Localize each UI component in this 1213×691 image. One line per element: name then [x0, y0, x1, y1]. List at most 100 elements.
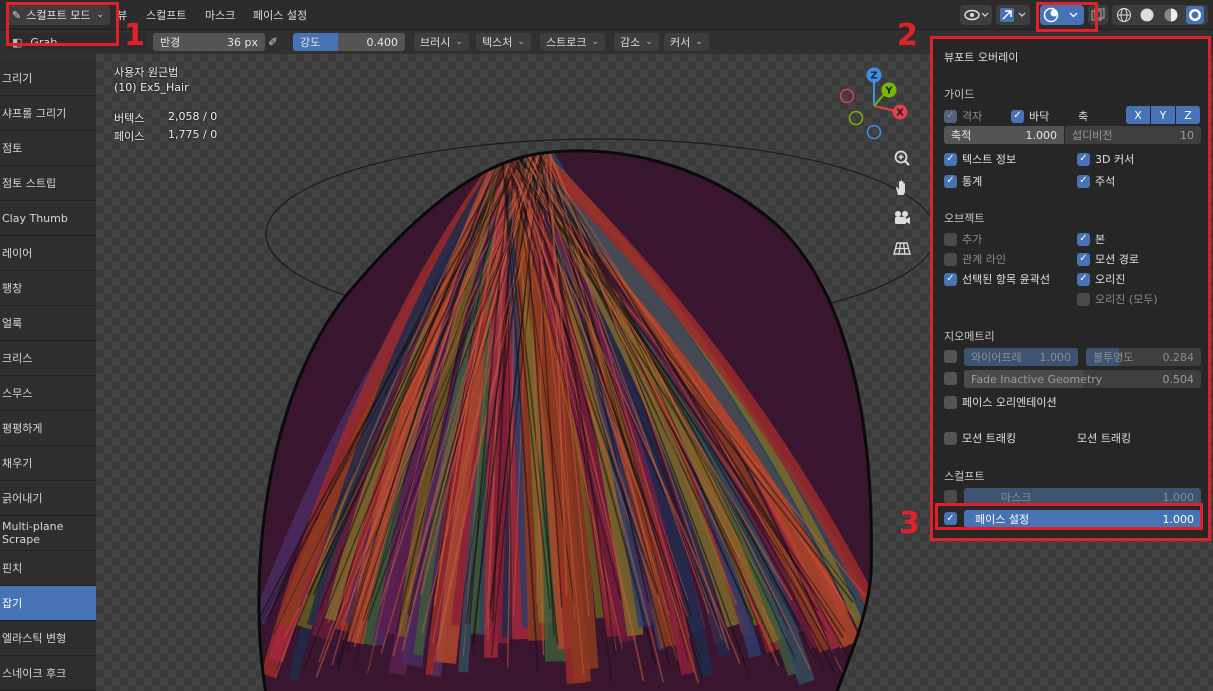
highlight-box-2 [1036, 2, 1098, 32]
rendered-shading-icon[interactable] [1186, 6, 1205, 24]
tool-item[interactable]: 엘라스틱 변형 [0, 621, 96, 656]
axis-x-toggle[interactable]: X [1126, 106, 1150, 124]
tool-item[interactable]: 채우기 [0, 446, 96, 481]
tool-item[interactable]: 그리기 [0, 61, 96, 96]
navigation-gizmo[interactable]: X Y Z [834, 66, 914, 146]
neg-y-axis-handle[interactable] [848, 110, 864, 126]
wireframe-opacity-field[interactable]: 불투명도 0.284 [1086, 348, 1201, 366]
wireframe-shading-icon[interactable] [1116, 7, 1132, 23]
subdivisions-field[interactable]: 섭디비전 10 [1065, 126, 1201, 144]
grid-scale-field[interactable]: 축적 1.000 [944, 126, 1064, 144]
motion-paths-checkbox[interactable]: ✓ 모션 경로 [1077, 251, 1139, 267]
editor-header: ✎ 스컬프트 모드 ⌄ 뷰 스컬프트 마스크 페이스 설정 [0, 0, 1213, 30]
subdivisions-label: 섭디비전 [1072, 129, 1113, 142]
geometry-heading: 지오메트리 [944, 330, 995, 343]
texture-dropdown[interactable]: 텍스처 ⌄ [476, 33, 531, 51]
bones-checkbox[interactable]: ✓ 본 [1077, 231, 1105, 247]
pressure-pen-icon[interactable]: ✐ [268, 35, 284, 49]
menu-face-sets[interactable]: 페이스 설정 [253, 7, 307, 23]
wireframe-checkbox[interactable] [944, 350, 962, 363]
ortho-grid-icon[interactable] [891, 237, 913, 259]
zoom-icon[interactable] [891, 147, 913, 169]
tool-item[interactable]: 점토 [0, 131, 96, 166]
face-orientation-checkbox[interactable]: 페이스 오리엔테이션 [944, 394, 1057, 410]
outline-selected-checkbox[interactable]: ✓ 선택된 항목 윤곽선 [944, 271, 1050, 287]
tool-item[interactable]: Multi-plane Scrape [0, 516, 96, 551]
tool-item[interactable]: 스무스 [0, 376, 96, 411]
mask-checkbox[interactable] [944, 490, 962, 503]
floor-checkbox[interactable]: ✓ 바닥 [1011, 108, 1049, 124]
annotation-number-3: 3 [899, 506, 920, 541]
texture-dropdown-label: 텍스처 [482, 36, 513, 49]
radius-label: 반경 [160, 36, 181, 49]
stats-value-faces: 1,775 / 0 [168, 128, 218, 141]
sculpt-heading: 스컬프트 [944, 470, 985, 483]
gizmo-dropdown[interactable] [996, 5, 1030, 25]
neg-z-axis-handle[interactable] [866, 124, 882, 140]
fade-inactive-checkbox[interactable] [944, 372, 962, 385]
highlight-box-1 [6, 2, 119, 46]
relationship-lines-checkbox[interactable]: 관계 라인 [944, 251, 1006, 267]
tool-item[interactable]: Clay Thumb [0, 201, 96, 236]
menu-sculpt[interactable]: 스컬프트 [146, 7, 186, 23]
origins-all-checkbox[interactable]: 오리진 (모두) [1077, 291, 1158, 307]
mask-value: 1.000 [1162, 490, 1195, 504]
fade-inactive-field[interactable]: Fade Inactive Geometry 0.504 [964, 370, 1201, 388]
strength-label: 강도 [300, 36, 321, 49]
tool-item[interactable]: 레이어 [0, 236, 96, 271]
stroke-dropdown[interactable]: 스트로크 ⌄ [540, 33, 606, 51]
camera-icon[interactable] [891, 207, 913, 229]
opacity-label: 불투명도 [1093, 351, 1134, 364]
cursor-dropdown[interactable]: 커서 ⌄ [664, 33, 709, 51]
tool-item[interactable]: 잡기 [0, 586, 96, 621]
cursor-dropdown-label: 커서 [670, 36, 691, 49]
motion-tracking-dropdown[interactable]: 모션 트래킹 [1077, 430, 1131, 446]
tool-item[interactable]: 크리스 [0, 341, 96, 376]
axis-label: 축 [1078, 110, 1089, 123]
extras-checkbox[interactable]: 추가 [944, 231, 982, 247]
popover-title: 뷰포트 오버레이 [944, 51, 1019, 64]
gizmo-icon [1000, 8, 1026, 22]
pan-hand-icon[interactable] [891, 177, 913, 199]
chevron-down-icon: ⌄ [455, 37, 463, 47]
neg-x-axis-handle[interactable] [839, 88, 855, 104]
wireframe-threshold-field[interactable]: 와이어프레 1.000 [964, 348, 1078, 366]
tool-item[interactable]: 점토 스트립 [0, 166, 96, 201]
grid-checkbox[interactable]: ✓ 격자 [944, 108, 982, 124]
brush-dropdown-label: 브러시 [420, 36, 451, 49]
menu-mask[interactable]: 마스크 [205, 7, 235, 23]
grid-scale-label: 축적 [951, 129, 972, 142]
annotations-checkbox[interactable]: ✓ 주석 [1077, 173, 1115, 189]
motion-tracking-label: 모션 트래킹 [962, 432, 1017, 445]
strength-slider[interactable]: 강도 0.400 [293, 33, 405, 51]
axis-y-toggle[interactable]: Y [1151, 106, 1175, 124]
floor-label: 바닥 [1029, 110, 1050, 123]
tool-item[interactable]: 스네이크 후크 [0, 656, 96, 691]
tool-item[interactable]: 팽창 [0, 271, 96, 306]
chevron-down-icon: ⌄ [695, 37, 703, 47]
motion-tracking-checkbox[interactable]: 모션 트래킹 [944, 430, 1016, 446]
extras-label: 추가 [962, 233, 983, 246]
material-shading-icon[interactable] [1163, 7, 1179, 23]
x-axis-label: X [896, 108, 904, 119]
brush-dropdown[interactable]: 브러시 ⌄ [414, 33, 469, 51]
motion-paths-label: 모션 경로 [1095, 253, 1139, 266]
stats-label-vertices: 버텍스 [114, 112, 145, 125]
wireframe-label: 와이어프레 [971, 351, 1022, 364]
3d-cursor-checkbox[interactable]: ✓ 3D 커서 [1077, 151, 1134, 167]
statistics-checkbox[interactable]: ✓ 통계 [944, 173, 982, 189]
tool-item[interactable]: 긁어내기 [0, 481, 96, 516]
tool-item[interactable]: 평평하게 [0, 411, 96, 446]
axis-z-toggle[interactable]: Z [1176, 106, 1200, 124]
origins-checkbox[interactable]: ✓ 오리진 [1077, 271, 1125, 287]
tool-item[interactable]: 샤프롤 그리기 [0, 96, 96, 131]
radius-slider[interactable]: 반경 36 px [153, 33, 265, 51]
solid-shading-icon[interactable] [1139, 7, 1155, 23]
tool-item[interactable]: 얼룩 [0, 306, 96, 341]
tool-item[interactable]: 핀치 [0, 551, 96, 586]
falloff-dropdown[interactable]: 감소 ⌄ [614, 33, 659, 51]
origins-label: 오리진 [1095, 273, 1126, 286]
stats-label-faces: 페이스 [114, 130, 145, 143]
text-info-checkbox[interactable]: ✓ 텍스트 정보 [944, 151, 1016, 167]
visibility-dropdown[interactable] [960, 5, 992, 25]
